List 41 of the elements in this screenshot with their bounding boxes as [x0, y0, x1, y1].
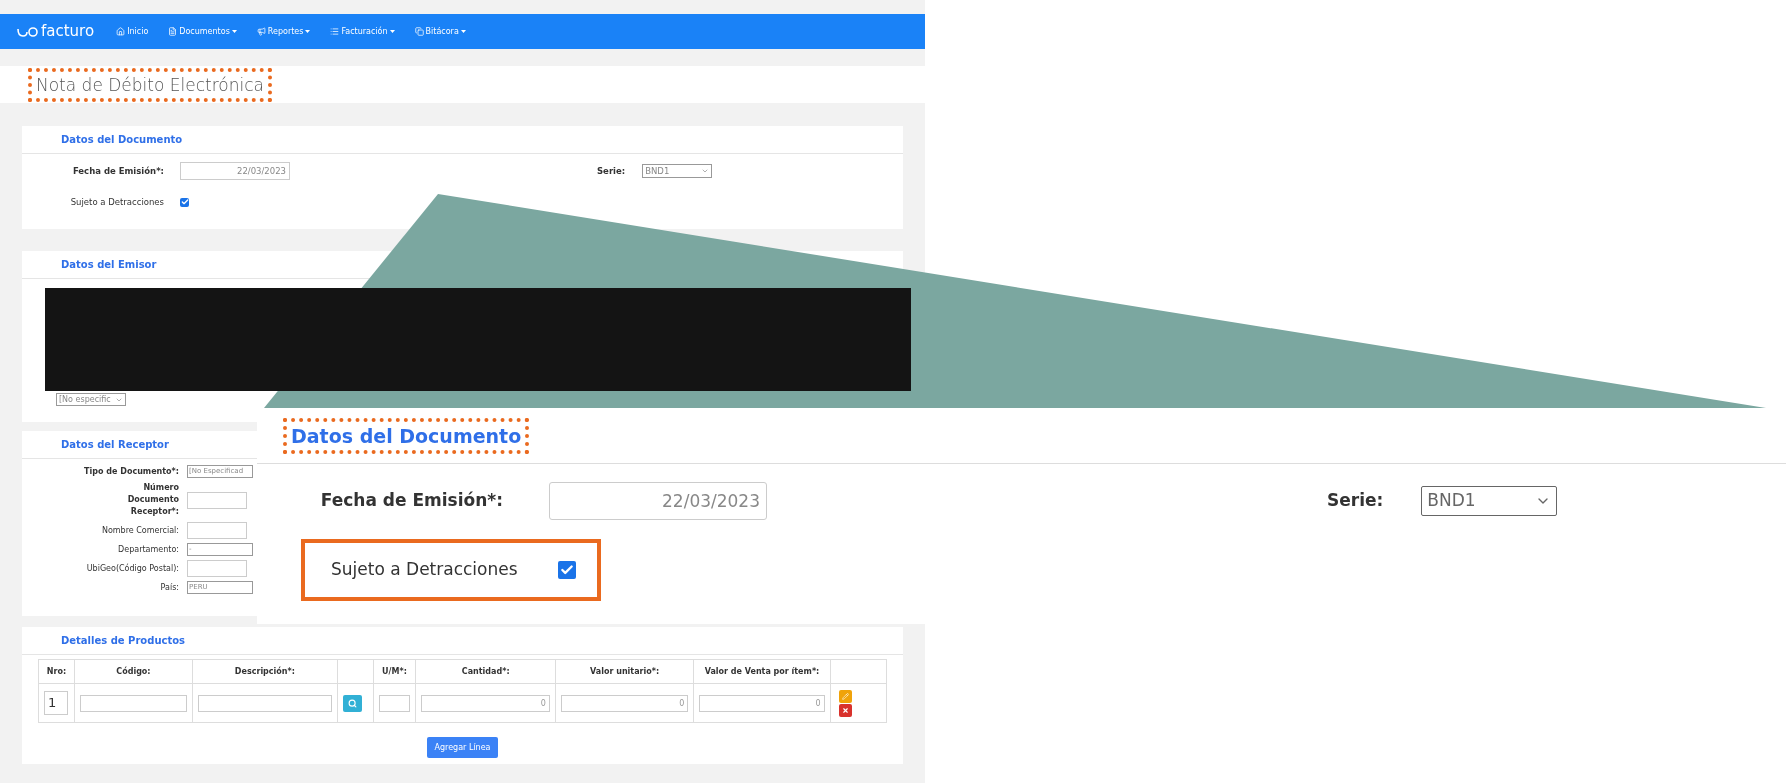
section-title: Datos del Documento [61, 133, 183, 147]
column-header: Valor de Venta por ítem*: [704, 666, 820, 676]
checkbox-label: Sujeto a Detracciones [69, 196, 165, 209]
field-label: Serie: [597, 164, 626, 178]
column-header: Descripción*: [234, 666, 295, 676]
field-label: Fecha de Emisión*: [319, 489, 504, 513]
input-field[interactable]: 0 [699, 694, 825, 712]
logo-text[interactable]: facturo [41, 24, 95, 39]
section-title: Datos del Emisor [61, 258, 157, 272]
field-label: Serie: [1327, 489, 1384, 513]
field-label: Fecha de Emisión*: [71, 164, 165, 178]
field-label: País: [159, 581, 180, 594]
input-field[interactable]: 0 [560, 694, 689, 712]
section-title: Datos del Receptor [61, 438, 169, 452]
field-label: Tipo de Documento*: [83, 465, 180, 478]
column-header: U/M*: [382, 666, 407, 676]
column-header: Código: [116, 666, 151, 676]
date-field[interactable]: 22/03/2023 [549, 482, 767, 520]
column-header: Valor unitario*: [590, 666, 660, 676]
column-header: Nro: [46, 666, 67, 676]
section-title: Detalles de Productos [61, 634, 186, 648]
row-number-field[interactable]: 1 [44, 691, 68, 715]
nav-link[interactable]: Facturación [330, 25, 395, 38]
nav-link[interactable]: Bitácora [414, 25, 466, 38]
nav-link[interactable]: Reportes [256, 25, 311, 38]
field-label: Departamento: [117, 543, 180, 556]
add-line-button[interactable]: Agregar Línea [426, 737, 499, 758]
series-select[interactable]: BND1 [1421, 486, 1558, 516]
nav-link[interactable]: Documentos [168, 25, 237, 38]
select-field[interactable]: [No especific [56, 393, 126, 406]
checkbox-label: Sujeto a Detracciones [331, 558, 518, 582]
date-field[interactable]: 22/03/2023 [180, 162, 290, 180]
input-field[interactable]: 0 [421, 694, 550, 712]
field-label: Nombre Comercial: [100, 524, 180, 537]
page-title: Nota de Débito Electrónica [36, 73, 264, 96]
nav-link[interactable]: Inicio [116, 25, 149, 38]
series-select[interactable]: BND1 [642, 164, 713, 178]
section-title: Datos del Documento [291, 423, 522, 449]
field-label: UbiGeo(Código Postal): [85, 562, 180, 575]
column-header: Cantidad*: [461, 666, 510, 676]
field-label: Número Documento Receptor*: [126, 482, 180, 518]
